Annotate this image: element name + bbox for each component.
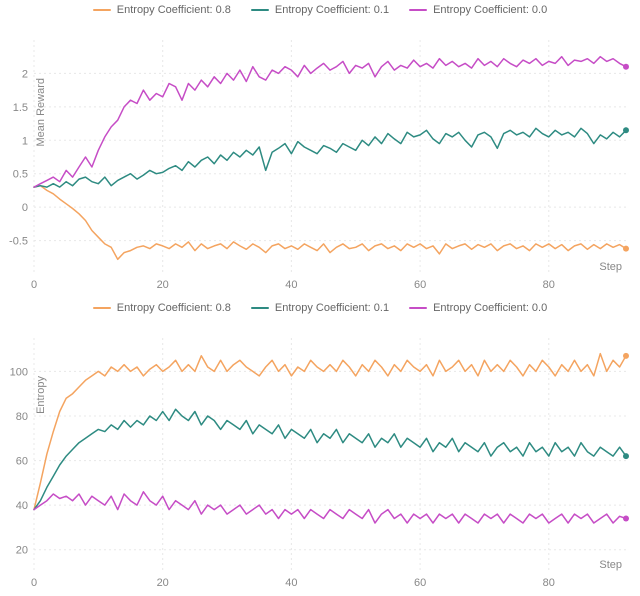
series-line <box>34 128 626 187</box>
y-tick-label: 40 <box>16 500 28 512</box>
legend-label: Entropy Coefficient: 0.1 <box>275 302 389 314</box>
x-tick-label: 0 <box>31 577 37 589</box>
y-tick-label: 20 <box>16 545 28 557</box>
y-tick-label: 0 <box>22 202 28 214</box>
series-end-dot <box>623 353 629 359</box>
y-tick-label: 100 <box>10 366 28 378</box>
y-tick-label: 2 <box>22 68 28 80</box>
legend-item: Entropy Coefficient: 0.0 <box>409 302 547 314</box>
legend-label: Entropy Coefficient: 0.1 <box>275 4 389 16</box>
legend-swatch <box>409 9 427 11</box>
y-tick-label: 60 <box>16 456 28 468</box>
x-tick-label: 80 <box>543 577 555 589</box>
legend-label: Entropy Coefficient: 0.8 <box>117 4 231 16</box>
series-line <box>34 354 626 510</box>
legend-item: Entropy Coefficient: 0.8 <box>93 302 231 314</box>
series-end-dot <box>623 516 629 522</box>
charts-wrapper: Entropy Coefficient: 0.8 Entropy Coeffici… <box>0 0 640 596</box>
legend-label: Entropy Coefficient: 0.0 <box>433 302 547 314</box>
legend-label: Entropy Coefficient: 0.0 <box>433 4 547 16</box>
chart-legend: Entropy Coefficient: 0.8 Entropy Coeffici… <box>0 298 640 316</box>
legend-item: Entropy Coefficient: 0.1 <box>251 4 389 16</box>
y-tick-label: 0.5 <box>13 169 28 181</box>
legend-swatch <box>409 307 427 309</box>
legend-swatch <box>93 9 111 11</box>
y-tick-label: 1 <box>22 135 28 147</box>
legend-item: Entropy Coefficient: 0.0 <box>409 4 547 16</box>
y-axis-title: Entropy <box>35 376 47 414</box>
x-tick-label: 60 <box>414 279 426 291</box>
chart-legend: Entropy Coefficient: 0.8 Entropy Coeffici… <box>0 0 640 18</box>
x-tick-label: 0 <box>31 279 37 291</box>
chart-mean-reward: Entropy Coefficient: 0.8 Entropy Coeffici… <box>0 0 640 298</box>
x-axis-title: Step <box>599 559 622 571</box>
legend-item: Entropy Coefficient: 0.1 <box>251 302 389 314</box>
x-axis-title: Step <box>599 261 622 273</box>
series-end-dot <box>623 246 629 252</box>
legend-swatch <box>251 307 269 309</box>
series-line <box>34 409 626 509</box>
legend-item: Entropy Coefficient: 0.8 <box>93 4 231 16</box>
series-line <box>34 492 626 523</box>
y-tick-label: 80 <box>16 411 28 423</box>
legend-label: Entropy Coefficient: 0.8 <box>117 302 231 314</box>
plot-svg: -0.500.511.52020406080Mean RewardStep <box>0 18 640 298</box>
plot-svg: 20 40 60 80 100 0 20 40 60 80 Entropy Step <box>0 316 640 596</box>
y-tick-label: -0.5 <box>9 236 28 248</box>
series-end-dot <box>623 453 629 459</box>
x-tick-label: 60 <box>414 577 426 589</box>
series-end-dot <box>623 127 629 133</box>
x-tick-label: 40 <box>285 577 297 589</box>
x-tick-label: 40 <box>285 279 297 291</box>
chart-entropy: Entropy Coefficient: 0.8 Entropy Coeffici… <box>0 298 640 596</box>
y-tick-label: 1.5 <box>13 102 28 114</box>
legend-swatch <box>251 9 269 11</box>
x-tick-label: 20 <box>157 279 169 291</box>
y-axis-title: Mean Reward <box>35 78 47 146</box>
x-tick-label: 80 <box>543 279 555 291</box>
series-line <box>34 186 626 260</box>
legend-swatch <box>93 307 111 309</box>
series-line <box>34 57 626 187</box>
x-tick-label: 20 <box>157 577 169 589</box>
series-end-dot <box>623 64 629 70</box>
